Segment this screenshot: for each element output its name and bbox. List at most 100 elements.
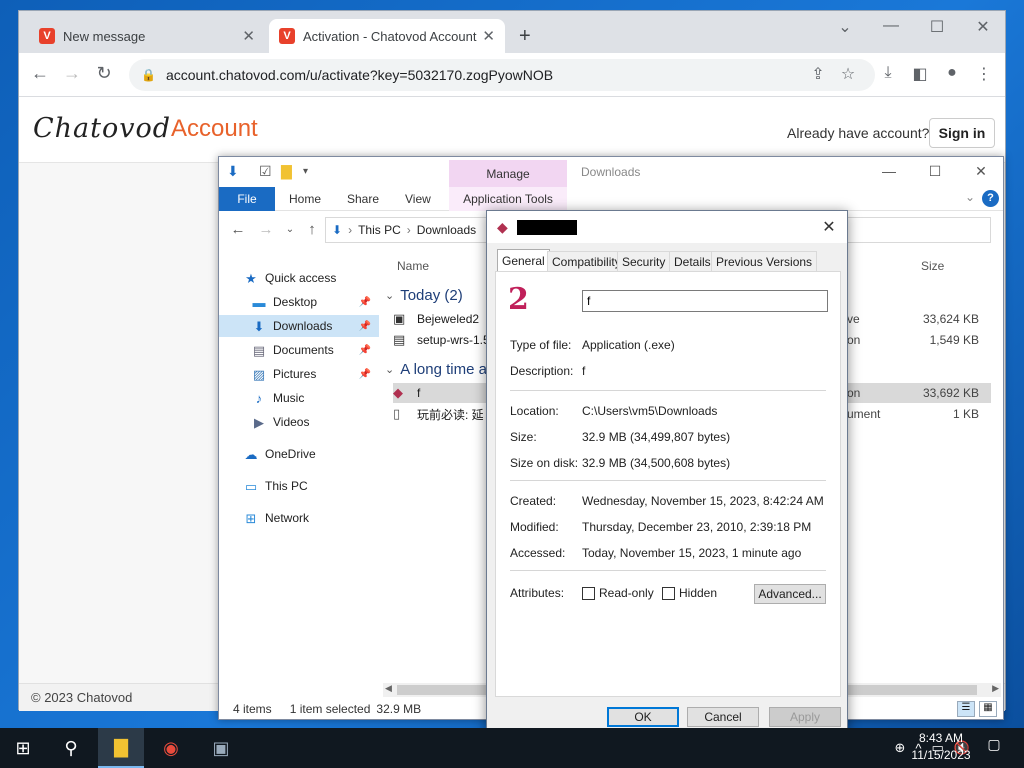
- bookmark-star-icon[interactable]: ☆: [837, 64, 859, 84]
- breadcrumb-downloads[interactable]: Downloads: [417, 223, 476, 237]
- close-icon[interactable]: ✕: [819, 217, 839, 237]
- scroll-left-icon[interactable]: ◀: [385, 683, 392, 694]
- menu-kebab-icon[interactable]: ⋮: [973, 64, 995, 84]
- group-header-long-ago[interactable]: ⌄ A long time a: [385, 361, 487, 378]
- back-arrow-icon[interactable]: ←: [29, 63, 51, 84]
- tab-activation[interactable]: V Activation - Chatovod Account ✕: [269, 19, 505, 53]
- ok-button[interactable]: OK: [607, 707, 679, 727]
- file-explorer-taskbar-icon[interactable]: ▇: [98, 728, 144, 768]
- status-selected: 1 item selected: [289, 702, 371, 716]
- minimize-icon[interactable]: —: [879, 17, 903, 35]
- close-icon[interactable]: ✕: [242, 27, 255, 45]
- attributes-label: Attributes:: [510, 586, 565, 600]
- reload-icon[interactable]: ↻: [93, 63, 115, 84]
- tab-previous-versions[interactable]: Previous Versions: [711, 251, 818, 271]
- network-icon: ⊞: [245, 511, 257, 526]
- nav-music[interactable]: ♪ Music: [219, 387, 379, 409]
- up-arrow-icon[interactable]: ↑: [303, 221, 321, 238]
- nav-downloads[interactable]: ⬇ Downloads 📌: [219, 315, 379, 337]
- group-header-today[interactable]: ⌄ Today (2): [385, 287, 463, 304]
- ribbon-tab-file[interactable]: File: [219, 187, 275, 211]
- profile-avatar-icon[interactable]: ●: [941, 64, 963, 82]
- nav-desktop[interactable]: ▬ Desktop 📌: [219, 291, 379, 313]
- column-header-size[interactable]: Size: [921, 259, 944, 273]
- folder-icon[interactable]: ▇: [281, 163, 292, 180]
- file-name-field[interactable]: [582, 290, 828, 312]
- details-view-icon[interactable]: ☰: [957, 701, 975, 717]
- file-name: setup-wrs-1.5: [417, 333, 490, 347]
- column-header-name[interactable]: Name: [397, 259, 429, 273]
- clock[interactable]: 8:43 AM 11/15/2023: [904, 730, 978, 764]
- close-window-icon[interactable]: ✕: [971, 17, 995, 37]
- sign-in-button[interactable]: Sign in: [929, 118, 995, 148]
- explorer-search-input[interactable]: [839, 217, 991, 243]
- ribbon-tab-share[interactable]: Share: [347, 187, 379, 211]
- navigation-pane: ★ Quick access ▬ Desktop 📌 ⬇ Downloads 📌…: [219, 253, 379, 693]
- ribbon-tab-view[interactable]: View: [405, 187, 431, 211]
- breadcrumb-this-pc[interactable]: This PC: [358, 223, 401, 237]
- cancel-button[interactable]: Cancel: [687, 707, 759, 727]
- file-type: on: [847, 333, 861, 347]
- quick-access-dropdown-icon[interactable]: ▾: [303, 166, 308, 177]
- forward-arrow-icon[interactable]: →: [61, 63, 83, 84]
- tab-details[interactable]: Details: [669, 251, 716, 271]
- nav-documents[interactable]: ▤ Documents 📌: [219, 339, 379, 361]
- tab-search-chevron-icon[interactable]: ⌄: [833, 17, 857, 37]
- large-icons-view-icon[interactable]: ▦: [979, 701, 997, 717]
- separator: [510, 390, 826, 391]
- pin-icon[interactable]: 📌: [359, 369, 371, 380]
- nav-this-pc[interactable]: ▭ This PC: [219, 475, 379, 497]
- search-icon[interactable]: ⚲: [48, 728, 94, 768]
- advanced-button[interactable]: Advanced...: [754, 584, 826, 604]
- nav-network[interactable]: ⊞ Network: [219, 507, 379, 529]
- tab-security[interactable]: Security: [617, 251, 671, 271]
- documents-icon: ▤: [252, 343, 266, 358]
- ribbon-tab-application-tools[interactable]: Application Tools: [449, 187, 567, 211]
- read-only-checkbox[interactable]: [582, 587, 595, 600]
- forward-arrow-icon[interactable]: →: [257, 221, 275, 238]
- chrome-taskbar-icon[interactable]: ◉: [148, 728, 194, 768]
- back-arrow-icon[interactable]: ←: [229, 221, 247, 238]
- pin-icon[interactable]: 📌: [359, 321, 371, 332]
- tab-general[interactable]: General: [497, 249, 550, 271]
- general-tab-panel: 2 Type of file: Application (.exe) Descr…: [495, 271, 841, 697]
- file-size: 1,549 KB: [929, 333, 979, 347]
- nav-label: OneDrive: [265, 447, 316, 461]
- hidden-checkbox[interactable]: [662, 587, 675, 600]
- pin-icon[interactable]: 📌: [359, 345, 371, 356]
- ribbon-expand-chevron-icon[interactable]: ⌄: [965, 190, 975, 204]
- minimize-icon[interactable]: —: [879, 163, 899, 179]
- apply-button[interactable]: Apply: [769, 707, 841, 727]
- site-logo[interactable]: Chatovod: [33, 113, 171, 144]
- share-icon[interactable]: ⇪: [807, 64, 829, 84]
- nav-onedrive[interactable]: ☁ OneDrive: [219, 443, 379, 465]
- nav-videos[interactable]: ▶ Videos: [219, 411, 379, 433]
- tab-new-message[interactable]: V New message ✕: [29, 19, 265, 53]
- url-text: account.chatovod.com/u/activate?key=5032…: [165, 67, 554, 83]
- nav-quick-access[interactable]: ★ Quick access: [219, 267, 379, 289]
- properties-check-icon[interactable]: ☑: [259, 163, 272, 180]
- tab-compatibility[interactable]: Compatibility: [547, 251, 626, 271]
- nav-pictures[interactable]: ▨ Pictures 📌: [219, 363, 379, 385]
- side-panel-icon[interactable]: ◧: [909, 64, 931, 84]
- site-header: Chatovod Account Already have account? S…: [19, 97, 1005, 163]
- app-taskbar-icon[interactable]: ▣: [198, 728, 244, 768]
- address-bar[interactable]: 🔒 account.chatovod.com/u/activate?key=50…: [129, 59, 875, 91]
- manage-context-tab[interactable]: Manage: [449, 160, 567, 187]
- maximize-icon[interactable]: ☐: [925, 17, 949, 37]
- maximize-icon[interactable]: ☐: [925, 163, 945, 180]
- description-value: f: [582, 364, 586, 378]
- close-icon[interactable]: ✕: [482, 27, 495, 45]
- notification-icon[interactable]: ▢: [982, 736, 1006, 758]
- start-windows-icon[interactable]: ⊞: [0, 728, 46, 768]
- already-have-account-text: Already have account?: [787, 125, 930, 141]
- explorer-title-bar: ⬇ ☑ ▇ ▾ Manage Downloads — ☐ ✕: [219, 157, 1003, 187]
- help-icon[interactable]: ?: [982, 190, 999, 207]
- download-icon[interactable]: ⤓: [877, 64, 899, 82]
- new-tab-plus-icon[interactable]: +: [519, 25, 531, 48]
- ribbon-tab-home[interactable]: Home: [289, 187, 321, 211]
- recent-locations-chevron-icon[interactable]: ⌄: [281, 224, 299, 235]
- scroll-right-icon[interactable]: ▶: [992, 683, 999, 694]
- close-icon[interactable]: ✕: [971, 163, 991, 180]
- pin-icon[interactable]: 📌: [359, 297, 371, 308]
